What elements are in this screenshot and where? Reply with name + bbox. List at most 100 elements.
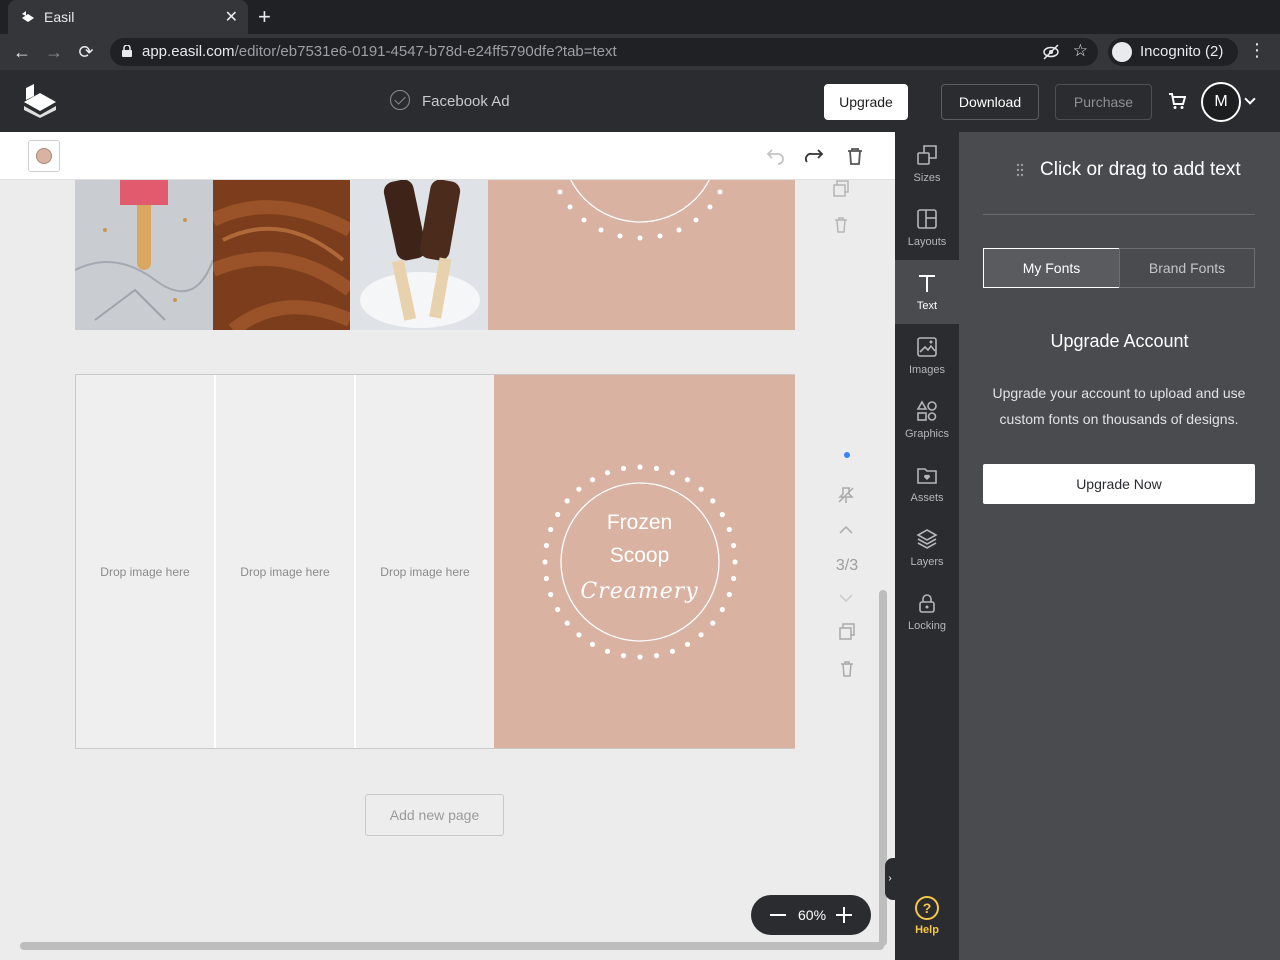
easil-logo-icon[interactable] [22, 84, 58, 118]
tab-brand-fonts[interactable]: Brand Fonts [1119, 248, 1255, 288]
url-text: app.easil.com/editor/eb7531e6-0191-4547-… [142, 43, 617, 60]
browser-menu-icon[interactable]: ⋮ [1248, 40, 1266, 61]
tab-close-icon[interactable]: ✕ [225, 7, 238, 27]
help-button[interactable]: ? Help [895, 892, 959, 942]
browser-tabstrip: Easil ✕ + [0, 0, 1280, 34]
tab-my-fonts[interactable]: My Fonts [983, 248, 1120, 288]
incognito-label: Incognito (2) [1140, 43, 1224, 60]
sidebar-item-label: Images [908, 364, 946, 376]
sidebar-item-layers[interactable]: Layers [895, 516, 959, 580]
badge-line-creamery[interactable]: Creamery [489, 579, 790, 604]
tool-sidebar: Sizes Layouts Text Images Graphics Asset… [895, 132, 959, 960]
horizontal-scrollbar[interactable] [20, 942, 884, 950]
badge-dot [710, 498, 716, 504]
badge-dot [576, 632, 582, 638]
image-dropzone[interactable]: Drop image here [356, 375, 494, 748]
badge-dot [604, 470, 611, 476]
sidebar-item-sizes[interactable]: Sizes [895, 132, 959, 196]
image-dropzone[interactable]: Drop image here [76, 375, 214, 748]
zoom-in-icon-bar[interactable] [843, 907, 845, 923]
duplicate-page-icon[interactable] [832, 180, 850, 198]
tracking-off-icon[interactable] [1042, 44, 1060, 60]
add-new-page-button[interactable]: Add new page [365, 794, 504, 836]
sidebar-item-assets[interactable]: Assets [895, 452, 959, 516]
download-button[interactable]: Download [941, 84, 1039, 120]
document-title-text: Facebook Ad [422, 92, 510, 110]
graphics-icon [916, 400, 937, 421]
help-icon: ? [915, 896, 939, 920]
reload-icon[interactable]: ⟳ [74, 40, 98, 64]
logo-panel[interactable]: Frozen Scoop Creamery [494, 375, 795, 748]
bookmark-star-icon[interactable]: ☆ [1073, 41, 1088, 61]
logo-panel-prev[interactable] [488, 180, 795, 330]
delete-page-icon[interactable] [838, 660, 856, 678]
sidebar-item-text[interactable]: Text [895, 260, 959, 324]
images-icon [917, 337, 937, 357]
image-dropzone[interactable]: Drop image here [216, 375, 354, 748]
undo-icon[interactable] [763, 144, 787, 168]
add-text-heading[interactable]: Click or drag to add text [1040, 159, 1241, 181]
sidebar-item-label: Locking [908, 620, 946, 632]
upgrade-button[interactable]: Upgrade [824, 84, 908, 120]
popsicle-photo[interactable] [75, 180, 213, 330]
badge-line-scoop[interactable]: Scoop [489, 544, 790, 568]
badge-ring-prev [557, 180, 723, 241]
new-tab-icon[interactable]: + [258, 4, 271, 30]
page-indicator: 3/3 [835, 557, 859, 574]
chocolate-photo[interactable] [213, 180, 350, 330]
zoom-out-icon[interactable] [770, 914, 786, 916]
upgrade-now-button[interactable]: Upgrade Now [983, 464, 1255, 504]
delete-page-icon[interactable] [832, 216, 850, 234]
lock-icon [919, 594, 935, 613]
sidebar-item-locking[interactable]: Locking [895, 580, 959, 644]
help-label: Help [915, 924, 939, 936]
text-panel: Click or drag to add text My Fonts Brand… [959, 132, 1280, 960]
dropzone-label: Drop image here [240, 565, 330, 579]
badge-dot [684, 477, 691, 483]
design-page-2[interactable] [75, 180, 795, 330]
incognito-indicator[interactable]: Incognito (2) [1108, 38, 1238, 66]
chevron-up-icon[interactable] [838, 524, 854, 536]
badge-dot [684, 641, 691, 647]
badge-dot [604, 648, 611, 654]
redo-icon[interactable] [803, 144, 827, 168]
document-title[interactable]: Facebook Ad [390, 90, 510, 112]
sidebar-item-images[interactable]: Images [895, 324, 959, 388]
lock-icon [122, 45, 132, 57]
app-header: Facebook Ad Upgrade Download Purchase [0, 70, 1280, 132]
back-icon[interactable]: ← [10, 40, 34, 64]
incognito-icon [1112, 42, 1132, 62]
divider [983, 214, 1255, 215]
fudge-pops-photo[interactable] [350, 180, 488, 330]
badge-dot [669, 470, 676, 476]
assets-icon [917, 468, 937, 484]
trash-icon[interactable] [843, 144, 867, 168]
fill-color-button[interactable] [28, 140, 60, 172]
canvas-stage[interactable]: Drop image here Drop image here Drop ima… [0, 180, 895, 960]
address-bar[interactable]: app.easil.com/editor/eb7531e6-0191-4547-… [110, 38, 1098, 66]
sidebar-item-label: Layouts [907, 236, 947, 248]
unpin-icon[interactable] [837, 486, 855, 504]
sidebar-item-graphics[interactable]: Graphics [895, 388, 959, 452]
active-page-dot [844, 452, 850, 458]
layers-icon [916, 529, 938, 549]
zoom-level: 60% [798, 907, 827, 923]
badge-dot [620, 653, 627, 659]
avatar[interactable]: M [1201, 82, 1241, 122]
dropzone-label: Drop image here [380, 565, 470, 579]
drag-handle-icon[interactable] [1016, 163, 1024, 177]
sidebar-item-layouts[interactable]: Layouts [895, 196, 959, 260]
chevron-down-icon[interactable] [838, 592, 854, 604]
badge-line-frozen[interactable]: Frozen [489, 511, 790, 535]
browser-tab[interactable]: Easil ✕ [8, 0, 248, 34]
badge-dot [698, 486, 704, 492]
forward-icon[interactable]: → [42, 40, 66, 64]
design-page-3[interactable]: Drop image here Drop image here Drop ima… [75, 374, 795, 749]
badge-dot [653, 465, 660, 471]
collapse-panel-chevron-icon[interactable]: › [885, 858, 895, 900]
sidebar-item-label: Sizes [913, 172, 941, 184]
duplicate-page-icon[interactable] [838, 623, 856, 641]
purchase-button[interactable]: Purchase [1055, 84, 1152, 120]
badge-dot [620, 465, 627, 471]
cart-icon[interactable] [1168, 92, 1186, 110]
